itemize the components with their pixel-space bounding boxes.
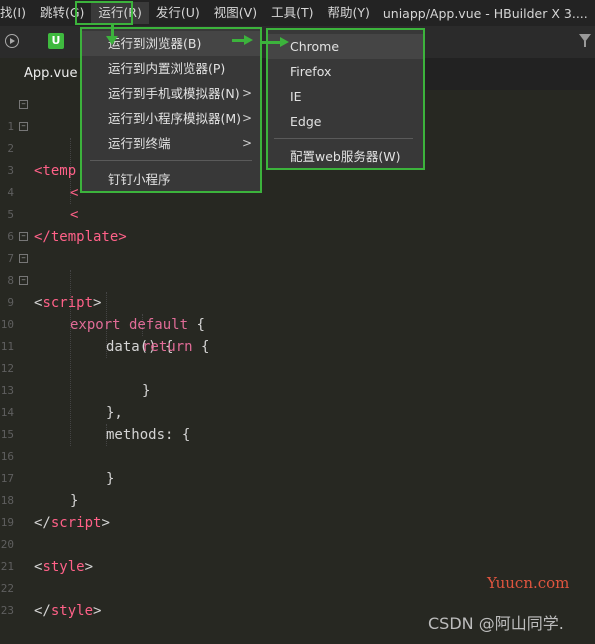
fold-icon[interactable]: − — [19, 254, 28, 263]
menu-item-chrome[interactable]: Chrome — [268, 34, 423, 59]
code-line: 12 } — [0, 336, 151, 399]
menu-item-label: 运行到浏览器(B) — [108, 36, 202, 51]
code-line: 18 </script> — [0, 468, 110, 531]
run-icon[interactable] — [5, 34, 19, 48]
code-line: 21 — [0, 534, 34, 573]
menu-item-edge[interactable]: Edge — [268, 109, 423, 134]
menu-item-run-builtin-browser[interactable]: 运行到内置浏览器(P) — [82, 56, 260, 81]
code-line: 6 — [0, 204, 34, 243]
code-text: > — [93, 603, 102, 619]
code-line: 13 }, — [0, 358, 123, 421]
filter-icon[interactable] — [579, 34, 591, 47]
menu-item-label: Chrome — [290, 39, 340, 54]
code-text: </ — [34, 515, 51, 531]
menu-item-firefox[interactable]: Firefox — [268, 59, 423, 84]
menu-view[interactable]: 视图(V) — [207, 2, 264, 24]
code-line: 7 − <script> — [0, 226, 101, 311]
code-text: <temp — [34, 163, 77, 179]
menu-item-label: Edge — [290, 114, 322, 129]
code-line: 19 — [0, 490, 34, 529]
menu-help[interactable]: 帮助(Y) — [320, 2, 376, 24]
fold-icon[interactable]: − — [19, 232, 28, 241]
code-text: > — [84, 559, 94, 575]
code-line: 20 <style> — [0, 512, 93, 575]
code-text: script — [50, 515, 102, 531]
browser-submenu: Chrome Firefox IE Edge 配置web服务器(W) — [266, 28, 425, 170]
code-text: < — [70, 185, 79, 201]
code-line: 4 < — [0, 160, 78, 223]
menu-item-label: Firefox — [290, 64, 332, 79]
code-text: } — [106, 471, 115, 487]
code-text: } — [70, 493, 79, 509]
menu-item-label: 运行到手机或模拟器(N) — [108, 86, 240, 101]
code-text: export default — [70, 317, 189, 333]
code-text: > — [93, 295, 102, 311]
code-text: style — [50, 603, 94, 619]
menu-item-label: 运行到小程序模拟器(M) — [108, 111, 242, 126]
watermark-site: Yuucn.com — [487, 574, 570, 592]
line-number: 23 — [0, 604, 14, 617]
menu-publish[interactable]: 发行(U) — [149, 2, 207, 24]
menu-tools[interactable]: 工具(T) — [264, 2, 320, 24]
code-line: 15 — [0, 402, 34, 441]
code-line: 3 — [0, 138, 34, 177]
menu-item-label: IE — [290, 89, 302, 104]
menu-item-dingtalk-miniprogram[interactable]: 钉钉小程序 — [82, 167, 260, 192]
code-line: 22 </style> — [0, 556, 102, 619]
chevron-right-icon: > — [241, 86, 252, 100]
fold-icon[interactable]: − — [19, 100, 28, 109]
code-line: 9 − data() { — [0, 270, 173, 355]
code-text: { — [192, 339, 210, 355]
code-line: 16 } — [0, 424, 115, 487]
code-line: 23 — [0, 578, 34, 617]
code-text: script — [42, 295, 94, 311]
code-text: { — [188, 317, 205, 333]
code-text: style — [42, 559, 85, 575]
chevron-right-icon: > — [241, 111, 252, 125]
code-line: 10 return { — [0, 292, 210, 355]
fold-icon[interactable]: − — [19, 122, 28, 131]
code-line: 11 — [0, 314, 34, 353]
menu-find[interactable]: 找(I) — [0, 2, 33, 24]
chevron-right-icon: > — [241, 136, 252, 150]
code-line: 8 − export default { — [0, 248, 205, 333]
code-text: return — [142, 339, 193, 355]
window-title: uniapp/App.vue - HBuilder X 3.... — [382, 5, 588, 21]
menu-item-run-terminal[interactable]: 运行到终端 > — [82, 131, 260, 156]
menu-item-label: 配置web服务器(W) — [290, 149, 401, 164]
code-text: > — [101, 515, 110, 531]
code-line: 5 </template> — [0, 182, 126, 245]
tab-app-vue[interactable]: App.vue — [0, 58, 90, 90]
menu-item-config-web-server[interactable]: 配置web服务器(W) — [268, 144, 423, 169]
menu-item-run-miniprogram[interactable]: 运行到小程序模拟器(M) > — [82, 106, 260, 131]
watermark-author: CSDN @阿山同学. — [428, 614, 564, 633]
code-line: 17 } — [0, 446, 79, 509]
code-text: </template> — [34, 229, 127, 245]
run-menu-highlight — [75, 1, 133, 25]
code-text: </ — [34, 603, 51, 619]
menu-item-label: 钉钉小程序 — [108, 172, 171, 187]
menu-separator — [274, 138, 413, 139]
menu-item-ie[interactable]: IE — [268, 84, 423, 109]
code-line: 14 methods: { — [0, 380, 191, 443]
code-line: 2 − < — [0, 116, 78, 201]
code-text: }, — [106, 405, 123, 421]
menu-item-label: 运行到终端 — [108, 136, 171, 151]
menu-separator — [90, 160, 252, 161]
run-menu: 运行到浏览器(B) 运行到内置浏览器(P) 运行到手机或模拟器(N) > 运行到… — [80, 27, 262, 193]
fold-icon[interactable]: − — [19, 276, 28, 285]
menu-item-run-phone[interactable]: 运行到手机或模拟器(N) > — [82, 81, 260, 106]
code-text: } — [142, 383, 151, 399]
code-text: < — [70, 207, 79, 223]
code-line: 1 − <temp — [0, 94, 76, 179]
project-icon[interactable]: U — [48, 33, 64, 49]
menu-item-label: 运行到内置浏览器(P) — [108, 61, 226, 76]
code-text: methods: { — [106, 427, 191, 443]
